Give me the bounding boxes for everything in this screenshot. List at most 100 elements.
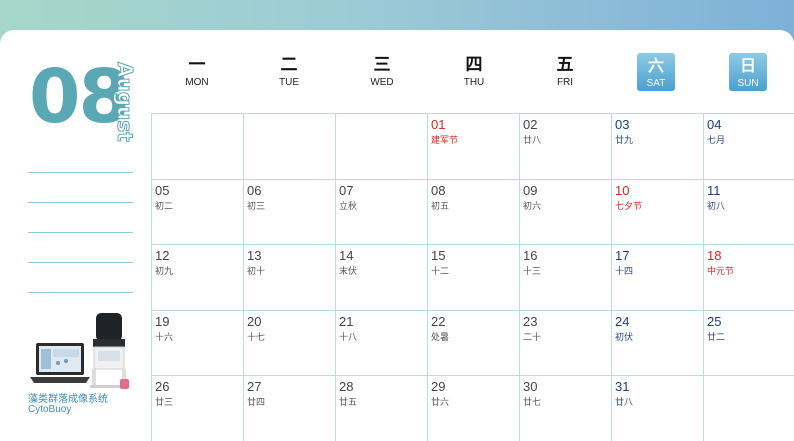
- day-number: 03: [615, 117, 630, 132]
- lunar-date: 初八: [707, 200, 726, 211]
- day-cell: 10 七夕节: [612, 179, 704, 245]
- day-number: 07: [339, 182, 354, 198]
- day-number: 01: [431, 117, 446, 132]
- day-number: 27: [247, 379, 262, 394]
- day-cell: 02 廿八: [520, 114, 612, 180]
- day-cell: 12 初九: [152, 245, 244, 311]
- note-line: [28, 202, 133, 203]
- day-cell: 27 廿四: [244, 376, 336, 441]
- day-number: 15: [431, 248, 446, 263]
- lunar-date: 初六: [523, 200, 542, 211]
- day-number: 23: [523, 313, 538, 329]
- day-number: 22: [431, 313, 446, 329]
- day-cell: 03 廿九: [612, 114, 704, 180]
- day-cell: 16 十三: [520, 245, 612, 311]
- lunar-date: 廿六: [431, 397, 450, 407]
- weekday-cn: 三: [373, 55, 391, 74]
- weekday-header-sat: 六 SAT: [637, 53, 675, 91]
- lunar-date: 建军节: [431, 135, 459, 145]
- day-cell: 15 十二: [428, 245, 520, 311]
- weekday-en: SAT: [646, 78, 666, 89]
- weekday-header-sun: 日 SUN: [729, 53, 767, 91]
- calendar-page: 08 August 藻类群落成像系统 CytoBuoy 一 MON 二 TUE …: [0, 30, 794, 441]
- day-cell: 11 初八: [704, 180, 794, 245]
- lunar-date: 末伏: [339, 266, 358, 276]
- day-cell: 14 末伏: [336, 245, 428, 311]
- weekday-header-fri: 五 FRI: [535, 55, 595, 88]
- note-line: [28, 262, 133, 263]
- day-cell: 23 二十: [520, 310, 612, 376]
- day-number: 14: [339, 248, 354, 263]
- lunar-date: 二十: [523, 331, 542, 342]
- day-number: 06: [247, 182, 262, 198]
- day-number: 31: [615, 379, 630, 394]
- calendar-grid: 01 建军节 02 廿八 03 廿九 04 七月 05 初二 06 初三 07 立秋 08 初五 09 初六 10 七…: [151, 113, 794, 441]
- day-number: 16: [523, 248, 538, 263]
- lunar-date: 廿三: [155, 397, 174, 407]
- weekday-en: SUN: [737, 78, 759, 89]
- weekday-header-mon: 一 MON: [167, 55, 227, 88]
- day-cell: 17 十四: [612, 245, 704, 311]
- day-cell: 26 廿三: [152, 376, 244, 441]
- day-cell: [336, 114, 428, 180]
- day-number: 25: [707, 313, 722, 329]
- day-cell: 09 初六: [520, 179, 612, 245]
- lunar-date: 十六: [155, 331, 174, 342]
- lunar-date: 立秋: [339, 200, 358, 211]
- lunar-date: 中元节: [707, 266, 735, 276]
- note-line: [28, 232, 133, 233]
- product-caption-en: CytoBuoy: [28, 404, 72, 415]
- lunar-date: 廿五: [339, 397, 358, 407]
- lunar-date: 廿四: [247, 397, 266, 407]
- day-cell: 30 廿七: [520, 376, 612, 441]
- lunar-date: 十八: [339, 331, 358, 342]
- weekday-cn: 二: [280, 55, 298, 74]
- day-number: 19: [155, 313, 170, 329]
- day-number: 02: [523, 117, 538, 132]
- lunar-date: 廿九: [615, 135, 634, 145]
- day-number: 17: [615, 248, 630, 263]
- day-cell: 21 十八: [336, 310, 428, 376]
- lunar-date: 初十: [247, 266, 266, 276]
- weekday-cn: 五: [556, 55, 574, 74]
- product-image: [30, 313, 129, 389]
- weekday-en: WED: [370, 77, 394, 88]
- day-number: 29: [431, 379, 446, 394]
- day-cell: 29 廿六: [428, 376, 520, 441]
- day-number: 04: [707, 117, 722, 132]
- day-cell: 05 初二: [152, 179, 244, 245]
- lunar-date: 廿八: [523, 135, 542, 145]
- day-number: 12: [155, 248, 170, 263]
- weekday-header-thu: 四 THU: [444, 55, 504, 88]
- weekday-en: TUE: [279, 77, 299, 88]
- lunar-date: 七月: [707, 135, 726, 145]
- lunar-date: 初九: [155, 266, 174, 276]
- day-number: 05: [155, 182, 170, 198]
- day-number: 18: [707, 248, 722, 263]
- product-caption-cn: 藻类群落成像系统: [28, 394, 108, 405]
- day-cell: 07 立秋: [336, 179, 428, 245]
- day-cell: 06 初三: [244, 179, 336, 245]
- day-number: 13: [247, 248, 262, 263]
- weekday-en: FRI: [556, 77, 574, 88]
- day-number: 24: [615, 313, 630, 329]
- day-number: 09: [523, 182, 538, 198]
- lunar-date: 十四: [615, 266, 634, 276]
- lunar-date: 十七: [247, 331, 266, 342]
- note-line: [28, 292, 133, 293]
- day-cell: 20 十七: [244, 310, 336, 376]
- day-number: 08: [431, 182, 446, 198]
- day-cell: 04 七月: [704, 114, 794, 180]
- lunar-date: 初二: [155, 200, 174, 211]
- day-cell: 28 廿五: [336, 376, 428, 441]
- day-cell: 22 处暑: [428, 310, 520, 376]
- day-number: 20: [247, 313, 262, 329]
- lunar-date: 七夕节: [615, 200, 643, 211]
- day-cell: [704, 376, 794, 441]
- lunar-date: 初伏: [615, 331, 634, 342]
- day-cell: 08 初五: [428, 179, 520, 245]
- weekday-en: MON: [185, 77, 209, 88]
- lunar-date: 十三: [523, 266, 542, 276]
- month-name: August: [113, 62, 138, 143]
- day-cell: 18 中元节: [704, 245, 794, 311]
